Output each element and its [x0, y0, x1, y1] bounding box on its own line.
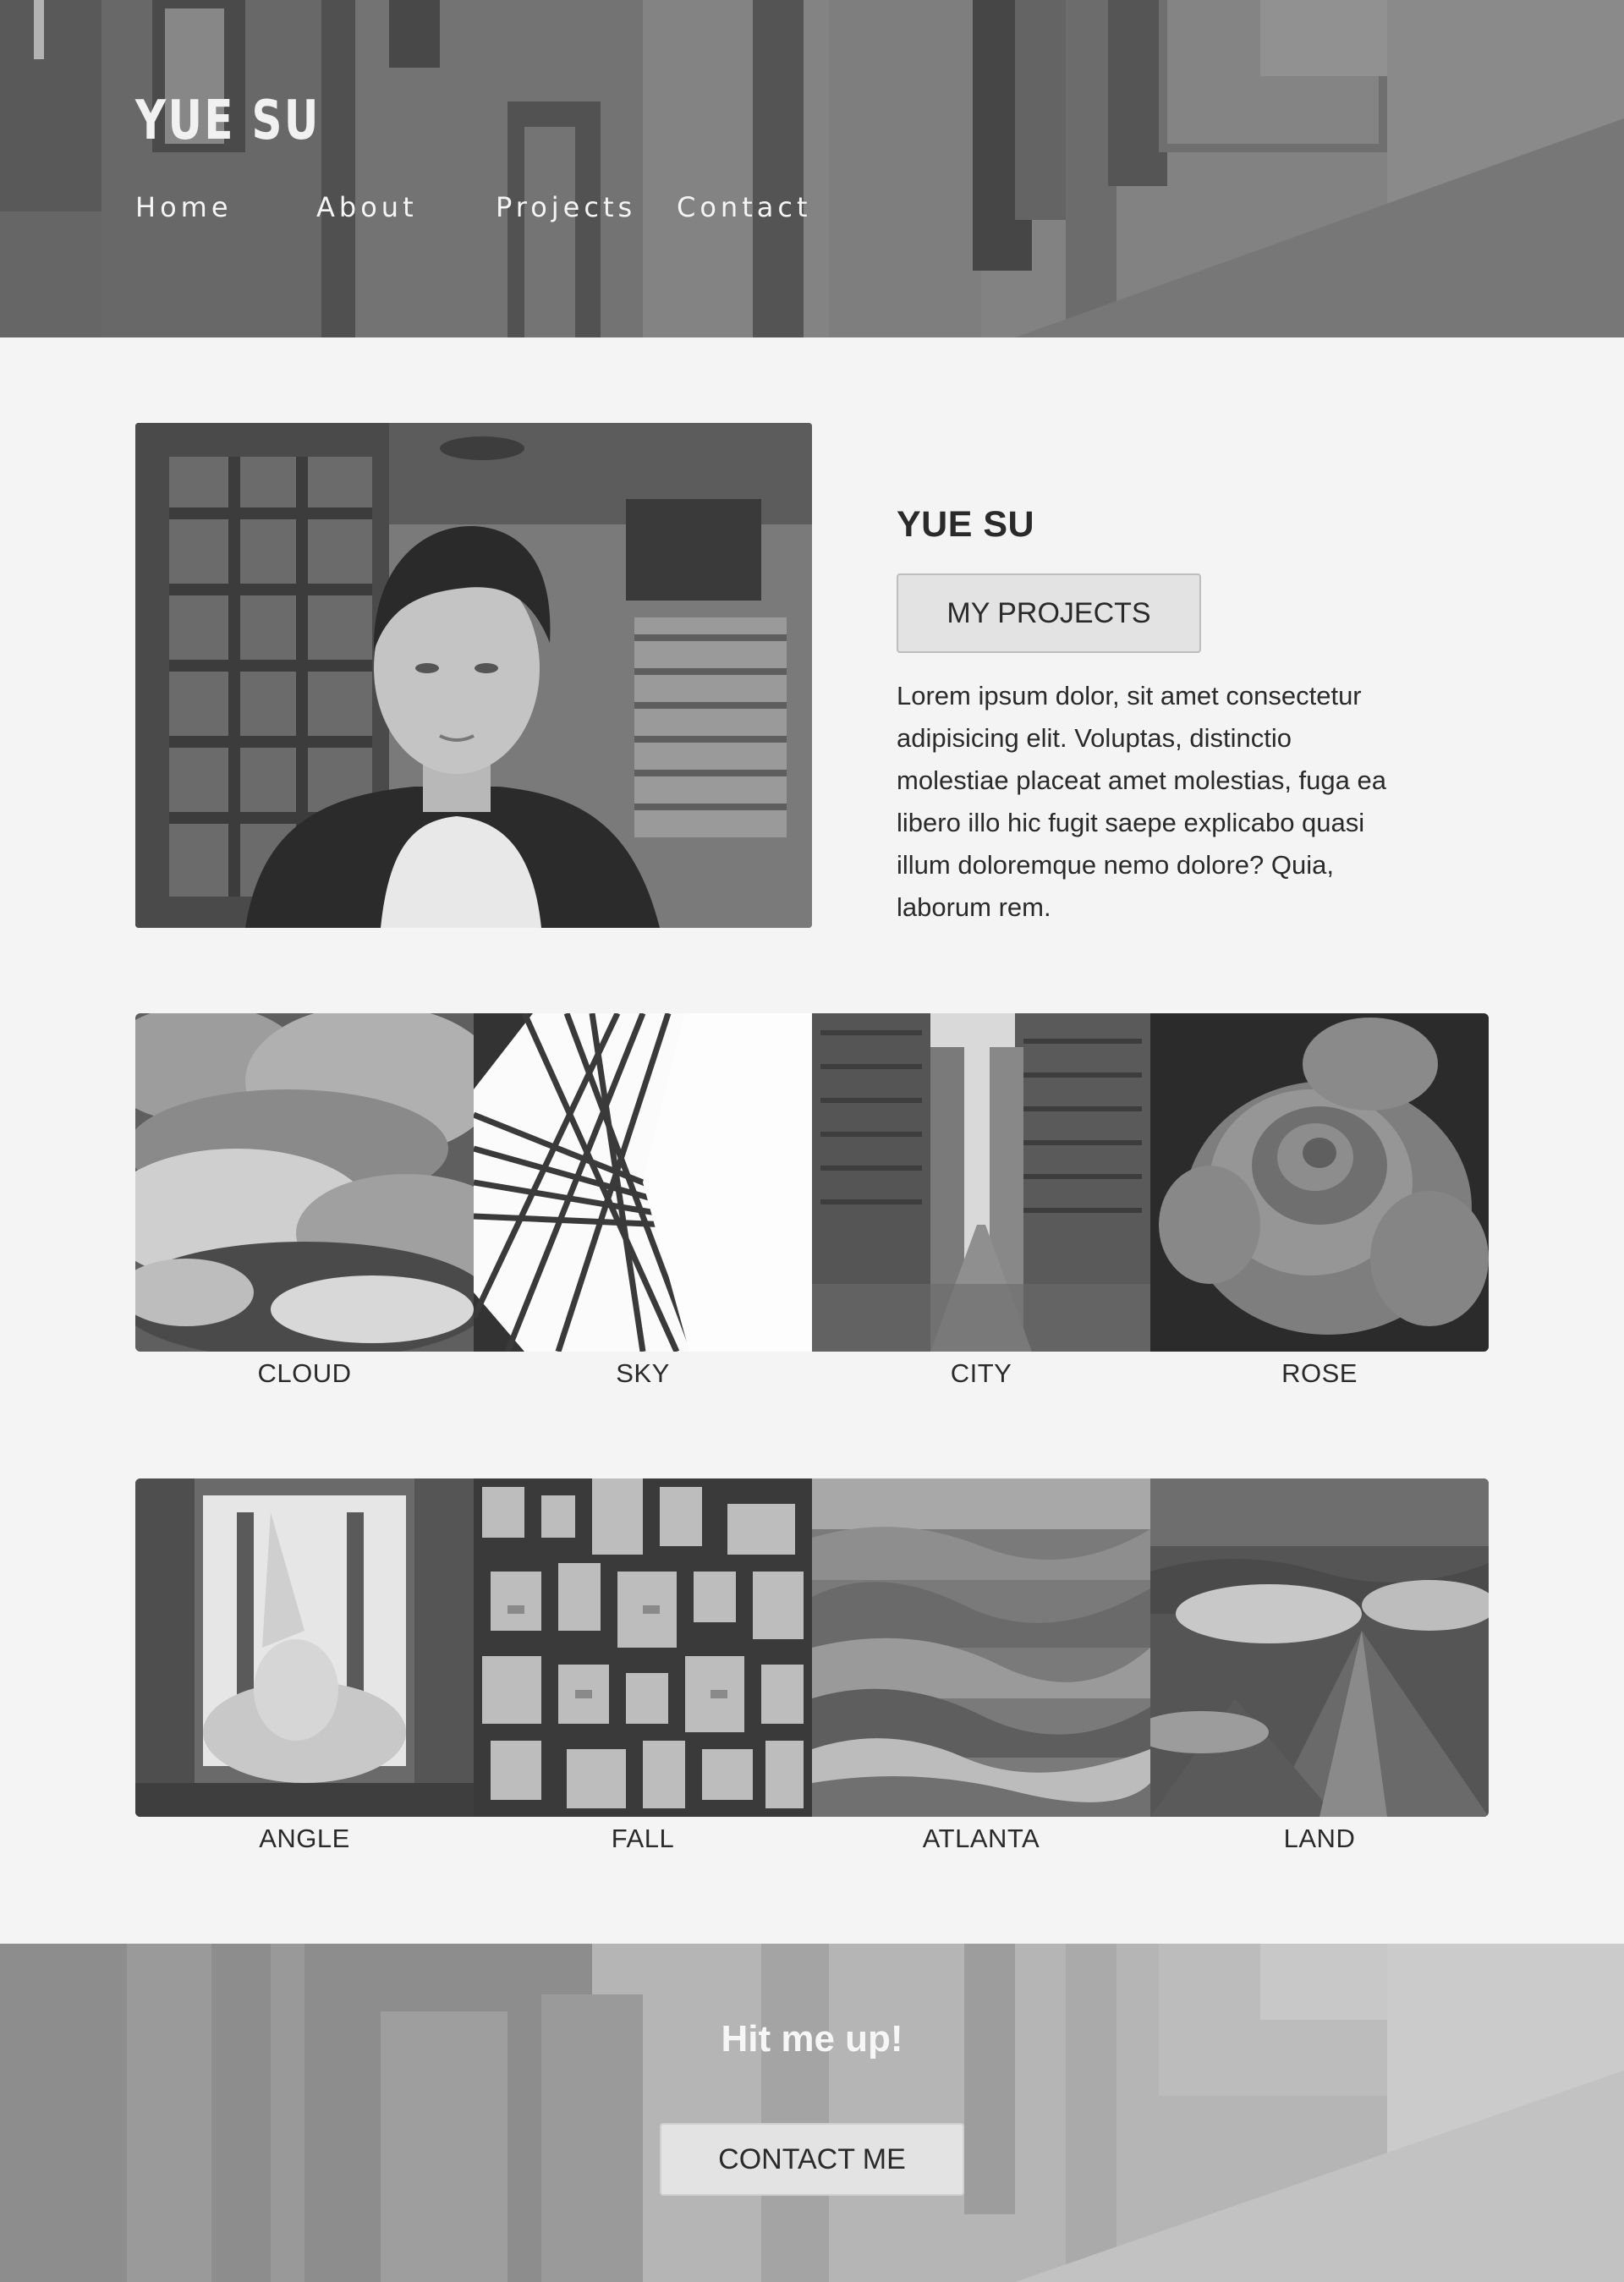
header-background-image — [0, 0, 1624, 337]
nav-link-about[interactable]: About — [316, 191, 418, 223]
gallery-image-city[interactable] — [812, 1013, 1150, 1352]
gallery-image-rose[interactable] — [1150, 1013, 1489, 1352]
gallery-caption-fall: FALL — [611, 1824, 675, 1853]
gallery-caption-sky: SKY — [616, 1358, 670, 1388]
intro-paragraph: Lorem ipsum dolor, sit amet consectetur … — [897, 681, 1386, 922]
gallery-caption-city: CITY — [950, 1358, 1012, 1388]
profile-name: YUE SU — [897, 504, 1035, 545]
gallery-image-cloud[interactable] — [135, 1013, 474, 1352]
site-footer: Hit me up! CONTACT ME — [0, 1944, 1624, 2282]
gallery-image-atlanta[interactable] — [812, 1478, 1150, 1817]
nav-link-home[interactable]: Home — [135, 191, 233, 223]
gallery-image-fall[interactable] — [474, 1478, 812, 1817]
gallery-caption-angle: ANGLE — [259, 1824, 350, 1853]
contact-me-button[interactable]: CONTACT ME — [660, 2123, 964, 2196]
site-header: YUE SU Home About Projects Contact — [0, 0, 1624, 337]
my-projects-button[interactable]: MY PROJECTS — [897, 573, 1201, 653]
footer-background-image — [0, 1944, 1624, 2282]
site-logo[interactable]: YUE SU — [135, 90, 321, 152]
gallery-caption-land: LAND — [1283, 1824, 1356, 1853]
gallery-image-sky[interactable] — [474, 1013, 812, 1352]
footer-heading: Hit me up! — [721, 2018, 903, 2060]
gallery-image-angle[interactable] — [135, 1478, 474, 1817]
gallery-caption-atlanta: ATLANTA — [922, 1824, 1040, 1853]
nav-link-contact[interactable]: Contact — [677, 191, 812, 223]
gallery-image-land[interactable] — [1150, 1478, 1489, 1817]
nav-link-projects[interactable]: Projects — [496, 191, 636, 223]
gallery-caption-rose: ROSE — [1281, 1358, 1358, 1388]
profile-photo — [135, 423, 812, 928]
gallery-caption-cloud: CLOUD — [257, 1358, 352, 1388]
